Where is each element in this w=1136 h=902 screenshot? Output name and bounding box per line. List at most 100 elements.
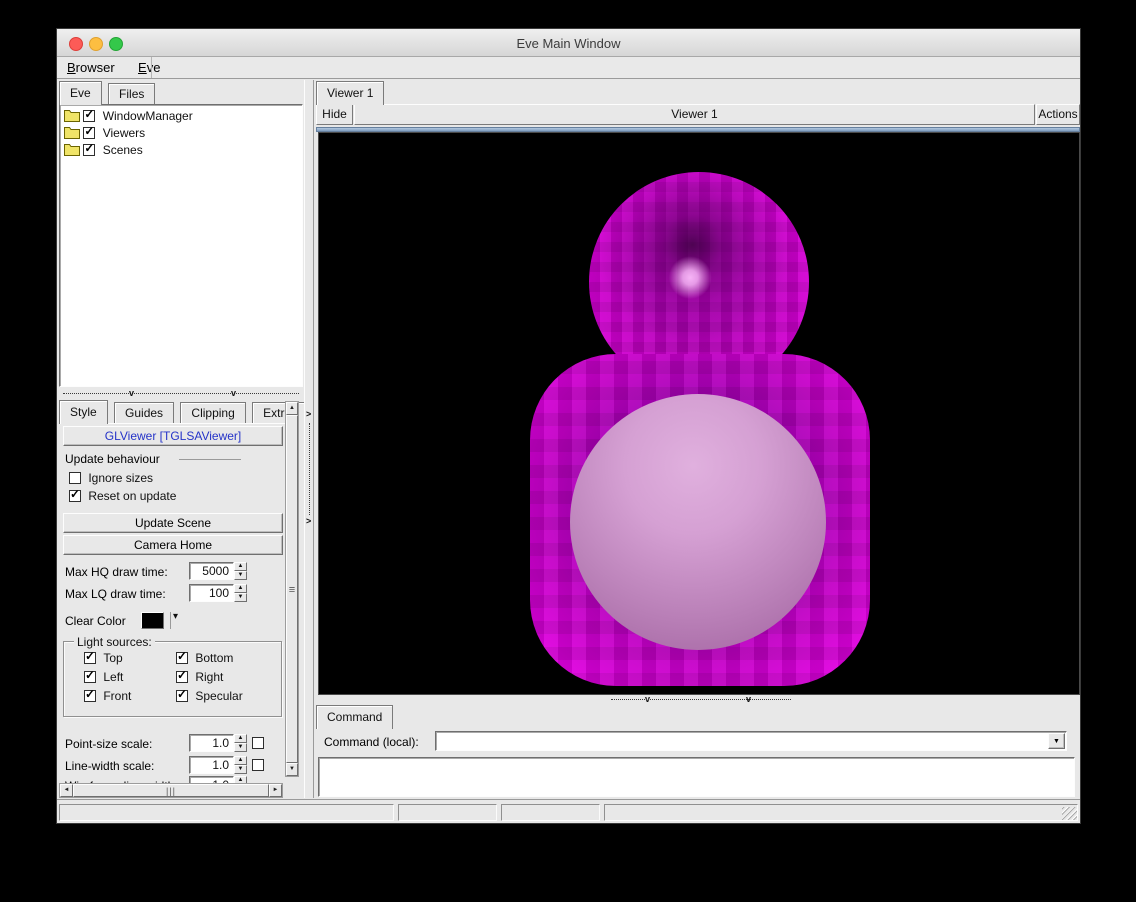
command-tab-bar: Command: [316, 705, 396, 729]
line-width-checkbox[interactable]: [252, 759, 264, 771]
line-width-input[interactable]: 1.0: [189, 756, 234, 774]
splitter-arrow-icon: v: [129, 389, 134, 397]
scroll-right-button[interactable]: ►: [269, 784, 282, 797]
actions-button[interactable]: Actions: [1036, 104, 1080, 125]
menu-bar: Browser Eve: [57, 57, 1080, 79]
reset-on-update-checkbox[interactable]: ✓ Reset on update: [69, 489, 176, 503]
panel-viewer-splitter[interactable]: > >: [304, 80, 314, 798]
point-size-spin-buttons: ▲ ▼: [234, 734, 247, 752]
check-mark: ✓: [70, 488, 80, 500]
scroll-up-button[interactable]: ▲: [286, 402, 298, 415]
line-width-label: Line-width scale:: [65, 759, 154, 773]
scrollbar-thumb[interactable]: |||: [73, 784, 269, 797]
tree-checkbox[interactable]: ✓: [83, 127, 95, 139]
tree-item-viewers[interactable]: ✓ Viewers: [60, 125, 302, 142]
viewer-title-bar[interactable]: Viewer 1: [354, 104, 1035, 125]
command-input[interactable]: ▼: [435, 731, 1067, 751]
tab-viewer-1[interactable]: Viewer 1: [316, 81, 384, 105]
ignore-sizes-checkbox[interactable]: Ignore sizes: [69, 471, 153, 485]
point-size-checkbox[interactable]: [252, 737, 264, 749]
clear-color-dropdown[interactable]: ▾: [173, 611, 178, 622]
menu-bar-divider: [151, 57, 152, 78]
left-tab-bar: Eve Files: [59, 81, 158, 105]
splitter-dotted-line: [63, 393, 299, 394]
light-bottom-checkbox[interactable]: ✓ Bottom: [176, 651, 233, 665]
tree-item-windowmanager[interactable]: ✓ WindowManager: [60, 108, 302, 125]
check-mark: ✓: [177, 669, 187, 681]
light-left-checkbox[interactable]: ✓ Left: [84, 670, 123, 684]
light-specular-checkbox[interactable]: ✓ Specular: [176, 689, 243, 703]
max-hq-spin-buttons: ▲ ▼: [234, 562, 247, 580]
tree-checkbox[interactable]: ✓: [83, 144, 95, 156]
splitter-dotted-line: [309, 423, 310, 515]
camera-home-button[interactable]: Camera Home: [63, 535, 283, 555]
max-lq-input[interactable]: 100: [189, 584, 234, 602]
title-bar[interactable]: Eve Main Window: [57, 29, 1080, 57]
light-right-checkbox[interactable]: ✓ Right: [176, 670, 223, 684]
tab-extras[interactable]: Extras: [252, 402, 308, 424]
eve-tree-view[interactable]: ✓ WindowManager ✓ Viewers ✓ Scenes: [59, 104, 303, 387]
window-title: Eve Main Window: [57, 36, 1080, 51]
tab-command[interactable]: Command: [316, 705, 393, 729]
light-front-checkbox[interactable]: ✓ Front: [84, 689, 131, 703]
command-output-text: [319, 758, 323, 772]
resize-grip[interactable]: [1062, 807, 1077, 820]
splitter-arrow-icon: v: [746, 695, 751, 703]
point-size-input[interactable]: 1.0: [189, 734, 234, 752]
tab-guides[interactable]: Guides: [114, 402, 174, 424]
tab-style[interactable]: Style: [59, 400, 108, 424]
max-lq-spin-buttons: ▲ ▼: [234, 584, 247, 602]
spin-down-button[interactable]: ▼: [234, 743, 247, 752]
tab-eve[interactable]: Eve: [59, 81, 102, 105]
style-vertical-scrollbar[interactable]: ▲ ≡ ▼: [285, 401, 299, 777]
style-tab-bar: Style Guides Clipping Extras: [59, 400, 311, 424]
viewer-tab-bar: Viewer 1: [316, 81, 387, 105]
glviewer-button[interactable]: GLViewer [TGLSAViewer]: [63, 426, 283, 446]
tab-files[interactable]: Files: [108, 83, 155, 105]
spin-down-button[interactable]: ▼: [234, 765, 247, 774]
status-cell: [501, 804, 600, 821]
scroll-down-button[interactable]: ▼: [286, 763, 298, 776]
folder-icon: [64, 126, 80, 139]
spin-up-button[interactable]: ▲: [234, 756, 247, 765]
spin-up-button[interactable]: ▲: [234, 734, 247, 743]
splitter-arrow-icon: >: [306, 410, 311, 418]
hide-button[interactable]: Hide: [316, 104, 353, 125]
spin-up-button[interactable]: ▲: [234, 562, 247, 571]
light-top-checkbox[interactable]: ✓ Top: [84, 651, 123, 665]
spin-up-button[interactable]: ▲: [234, 584, 247, 593]
tree-item-scenes[interactable]: ✓ Scenes: [60, 142, 302, 159]
command-output[interactable]: [318, 757, 1075, 797]
menu-item-browser[interactable]: Browser: [57, 57, 125, 75]
status-bar: [57, 801, 1080, 823]
point-size-label: Point-size scale:: [65, 737, 152, 751]
clear-color-swatch[interactable]: [141, 612, 164, 629]
tree-style-splitter[interactable]: v v: [59, 388, 303, 399]
tree-item-label: Viewers: [99, 126, 145, 140]
max-lq-row: Max LQ draw time: 100 ▲ ▼: [59, 584, 285, 602]
desktop-background: { "window": { "title": "Eve Main Window"…: [0, 0, 1136, 902]
command-dropdown-button[interactable]: ▼: [1048, 733, 1065, 749]
tree-item-label: WindowManager: [99, 109, 193, 123]
scroll-left-button[interactable]: ◄: [60, 784, 73, 797]
tree-checkbox[interactable]: ✓: [83, 110, 95, 122]
check-mark: ✓: [177, 650, 187, 662]
check-mark: ✓: [84, 125, 94, 137]
menu-item-eve[interactable]: Eve: [128, 57, 170, 75]
clear-color-row: Clear Color ▾: [59, 612, 285, 630]
update-scene-button[interactable]: Update Scene: [63, 513, 283, 533]
gl-viewport[interactable]: [318, 132, 1080, 695]
spin-down-button[interactable]: ▼: [234, 593, 247, 602]
viewer-command-splitter[interactable]: v v: [316, 695, 1080, 704]
clear-color-label: Clear Color: [65, 614, 126, 628]
spin-down-button[interactable]: ▼: [234, 571, 247, 580]
check-mark: ✓: [177, 688, 187, 700]
scrollbar-thumb[interactable]: ≡: [286, 415, 298, 763]
tab-clipping[interactable]: Clipping: [180, 402, 245, 424]
max-hq-input[interactable]: 5000: [189, 562, 234, 580]
light-sources-title: Light sources:: [74, 635, 155, 649]
style-horizontal-scrollbar[interactable]: ◄ ||| ►: [59, 783, 283, 798]
folder-icon: [64, 109, 80, 122]
check-mark: ✓: [85, 650, 95, 662]
clear-color-divider: [170, 612, 171, 629]
